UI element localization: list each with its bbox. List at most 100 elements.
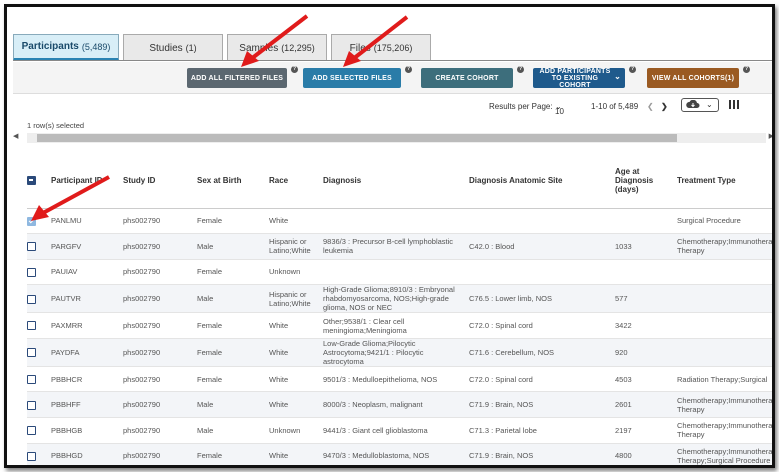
table-row[interactable]: PAXMRR phs002790 Female White Other;9538/1 :… [27,312,772,339]
view-all-cohorts-button[interactable]: VIEW ALL COHORTS(1) [647,68,739,88]
column-header[interactable]: Participant ID [51,153,123,209]
cell-site: C71.9 : Brain, NOS [469,391,615,419]
cell-tx: Chemotherapy;Immunotherapy Therapy [669,391,772,419]
cell-id: PAYDFA [51,338,123,367]
table-row[interactable]: PBBHGB phs002790 Male Unknown 9441/3 : Giant… [27,417,772,444]
results-per-page-label: Results per Page: [489,102,553,111]
chevron-down-icon: ⌄ [706,100,713,109]
cell-site: C72.0 : Spinal cord [469,366,615,393]
cell-race: White [269,338,323,367]
row-checkbox[interactable] [27,374,36,384]
cell-sex: Male [197,417,269,444]
cell-race: White [269,391,323,419]
cell-id: PAUIAV [51,259,123,286]
cell-race: White [269,366,323,393]
help-icon[interactable]: ? [405,66,412,73]
tab-studies[interactable]: Studies (1) [123,34,223,61]
add-all-filtered-files-button[interactable]: ADD ALL FILTERED FILES [187,68,287,88]
column-header[interactable]: Study ID [123,153,197,209]
cell-study: phs002790 [123,443,197,465]
cell-dx [323,259,469,286]
row-select-cell [27,443,51,465]
cell-dx: 9501/3 : Medulloepithelioma, NOS [323,366,469,393]
cell-site: C72.0 : Spinal cord [469,312,615,339]
column-header[interactable]: Treatment Type [669,153,772,209]
cell-id: PBBHFF [51,391,123,419]
row-checkbox[interactable] [27,267,36,277]
row-checkbox[interactable] [27,216,36,226]
row-checkbox[interactable] [27,400,36,410]
cell-site: C71.3 : Parietal lobe [469,417,615,444]
table-row[interactable]: PBBHCR phs002790 Female White 9501/3 : Medul… [27,366,772,393]
cell-site: C42.0 : Blood [469,233,615,260]
cell-age: 4800 [615,443,669,465]
cell-race: Unknown [269,259,323,286]
table-row[interactable]: PBBHFF phs002790 Male White 8000/3 : Neoplas… [27,391,772,419]
scroll-right-icon[interactable]: ▶ [769,132,772,140]
cell-age: 920 [615,338,669,367]
column-header[interactable]: Age at Diagnosis (days) [615,153,669,209]
cell-tx [669,338,772,367]
create-cohort-button[interactable]: CREATE COHORT [421,68,513,88]
select-all-cell [27,153,51,209]
tab-participants[interactable]: Participants (5,489) [13,34,119,61]
scroll-left-icon[interactable]: ◀ [13,132,18,140]
cell-age: 577 [615,284,669,314]
row-select-cell [27,208,51,235]
tab-files[interactable]: Files (175,206) [331,34,431,61]
cell-dx: High-Grade Glioma;8910/3 : Embryonal rha… [323,284,469,314]
table-row[interactable]: PBBHGD phs002790 Female White 9470/3 : Medul… [27,443,772,465]
help-icon[interactable]: ? [629,66,636,73]
table-header-row: Participant ID Study ID Sex at Birth Rac… [27,153,772,209]
table-row[interactable]: PANLMU phs002790 Female White Surgical Proce… [27,208,772,235]
cell-id: PAXMRR [51,312,123,339]
cell-tx [669,284,772,314]
row-select-cell [27,259,51,286]
tab-count: (5,489) [81,41,111,52]
chevron-down-icon: ⌄ [614,72,621,81]
cell-dx: 9836/3 : Precursor B-cell lymphoblastic … [323,233,469,260]
selection-count: 1 row(s) selected [27,121,85,130]
column-header[interactable]: Race [269,153,323,209]
cell-sex: Female [197,443,269,465]
row-checkbox[interactable] [27,242,36,252]
table-row[interactable]: PARGFV phs002790 Male Hispanic or Latino;Wh… [27,233,772,260]
row-checkbox[interactable] [27,294,36,304]
per-page-select[interactable]: 10 ⌄ [555,102,564,116]
row-checkbox[interactable] [27,321,36,331]
row-checkbox[interactable] [27,426,36,436]
cell-site: C76.5 : Lower limb, NOS [469,284,615,314]
row-checkbox[interactable] [27,348,36,358]
download-button[interactable]: ⌄ [681,98,719,112]
help-icon[interactable]: ? [291,66,298,73]
cell-tx: Chemotherapy;Immunotherapy Therapy [669,233,772,260]
cell-age: 1033 [615,233,669,260]
help-icon[interactable]: ? [517,66,524,73]
add-participants-to-cohort-button[interactable]: ADD PARTICIPANTS TO EXISTING COHORT ⌄ [533,68,625,89]
column-header[interactable]: Sex at Birth [197,153,269,209]
cell-sex: Female [197,312,269,339]
table-body: PANLMU phs002790 Female White Surgical Proce… [27,208,772,465]
prev-page-icon[interactable]: ❮ [647,102,654,111]
help-icon[interactable]: ? [743,66,750,73]
add-selected-files-button[interactable]: ADD SELECTED FILES [303,68,401,88]
scrollbar-thumb[interactable] [37,134,677,142]
column-header[interactable]: Diagnosis Anatomic Site [469,153,615,209]
cell-race: White [269,443,323,465]
app-frame: Participants (5,489) Studies (1) Samples (1… [4,4,775,468]
table-row[interactable]: PAUIAV phs002790 Female Unknown [27,259,772,286]
cell-id: PAUTVR [51,284,123,314]
row-checkbox[interactable] [27,451,36,461]
cell-id: PBBHGB [51,417,123,444]
column-header[interactable]: Diagnosis [323,153,469,209]
select-all-checkbox[interactable] [27,175,36,185]
horizontal-scrollbar[interactable]: ◀ ▶ [13,133,772,143]
cell-race: White [269,208,323,235]
tab-label: Samples [239,42,279,54]
tab-samples[interactable]: Samples (12,295) [227,34,327,61]
next-page-icon[interactable]: ❯ [661,102,668,111]
cell-sex: Male [197,233,269,260]
table-row[interactable]: PAUTVR phs002790 Male Hispanic or Latino;Wh… [27,284,772,314]
table-row[interactable]: PAYDFA phs002790 Female White Low-Grade Glio… [27,338,772,367]
column-settings-icon[interactable] [729,100,739,111]
